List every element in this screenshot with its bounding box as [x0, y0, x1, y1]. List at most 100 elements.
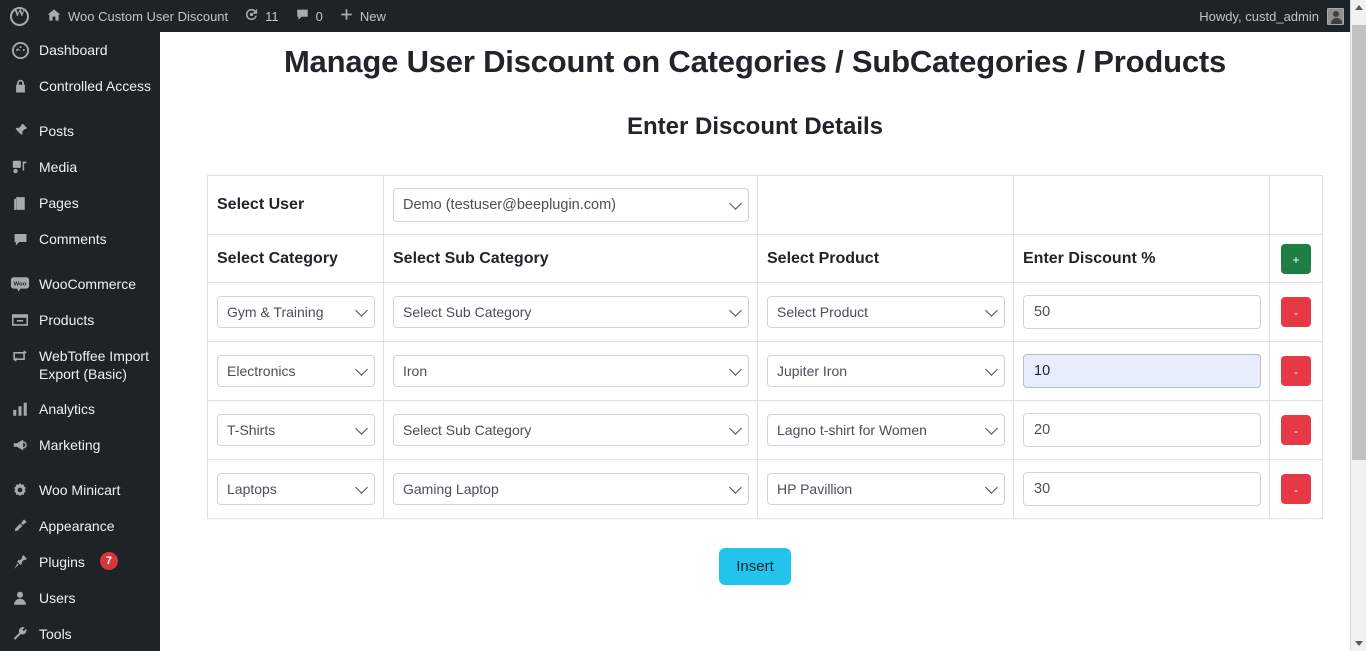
sidebar-item-woocommerce[interactable]: Woo WooCommerce [0, 266, 160, 302]
product-dropdown[interactable]: Select Product [767, 296, 1005, 328]
category-dropdown[interactable]: Gym & Training [217, 296, 375, 328]
header-cell-discount: Enter Discount % [1013, 234, 1270, 283]
site-name-menu[interactable]: Woo Custom User Discount [38, 0, 236, 32]
sidebar-item-pages[interactable]: Pages [0, 185, 160, 221]
updates-icon [244, 7, 259, 25]
sidebar-separator [0, 257, 160, 266]
subcategory-dropdown[interactable]: Iron [393, 355, 749, 387]
product-value: Jupiter Iron [777, 363, 848, 379]
sidebar-item-marketing[interactable]: Marketing [0, 427, 160, 463]
table-row: Electronics Iron Jupiter Iron 10 - [207, 341, 1323, 401]
updates-menu[interactable]: 11 [236, 0, 287, 32]
chevron-down-icon [729, 197, 742, 210]
product-value: HP Pavillion [777, 481, 853, 497]
chevron-down-icon [355, 363, 368, 376]
page-title: Manage User Discount on Categories / Sub… [283, 44, 1227, 79]
insert-button[interactable]: Insert [719, 548, 791, 585]
product-dropdown[interactable]: Jupiter Iron [767, 355, 1005, 387]
chevron-down-icon [985, 304, 998, 317]
discount-input[interactable] [1023, 472, 1261, 506]
discount-input[interactable] [1023, 295, 1261, 329]
page-scrollbar[interactable] [1350, 0, 1366, 651]
lock-icon [10, 76, 30, 96]
product-dropdown[interactable]: HP Pavillion [767, 473, 1005, 505]
chevron-down-icon [355, 481, 368, 494]
product-value: Select Product [777, 304, 869, 320]
row-cell-subcategory: Gaming Laptop [383, 459, 758, 519]
product-dropdown[interactable]: Lagno t-shirt for Women [767, 414, 1005, 446]
sidebar-item-users[interactable]: Users [0, 580, 160, 616]
row-cell-category: Gym & Training [207, 282, 384, 342]
sidebar-item-dashboard[interactable]: Dashboard [0, 32, 160, 68]
subcategory-dropdown[interactable]: Select Sub Category [393, 414, 749, 446]
row-cell-actions: - [1269, 459, 1323, 519]
subcategory-dropdown[interactable]: Select Sub Category [393, 296, 749, 328]
updates-count: 11 [265, 8, 279, 24]
remove-row-button[interactable]: - [1281, 297, 1311, 327]
table-row: Laptops Gaming Laptop HP Pavillion 30 - [207, 459, 1323, 519]
site-name-label: Woo Custom User Discount [68, 8, 229, 24]
sidebar-item-products[interactable]: Products [0, 302, 160, 338]
scrollbar-thumb[interactable] [1352, 25, 1366, 460]
sidebar-item-tools[interactable]: Tools [0, 616, 160, 651]
category-dropdown[interactable]: Laptops [217, 473, 375, 505]
sidebar-item-label: WebToffee Import Export (Basic) [39, 348, 149, 382]
sidebar-item-woo-minicart[interactable]: Woo Minicart [0, 472, 160, 508]
add-row-button[interactable]: + [1281, 243, 1311, 274]
paint-brush-icon [10, 516, 30, 536]
comments-menu[interactable]: 0 [287, 0, 331, 32]
select-user-empty-cell-3 [1269, 175, 1323, 235]
category-dropdown[interactable]: T-Shirts [217, 414, 375, 446]
sidebar-item-controlled-access[interactable]: Controlled Access [0, 68, 160, 104]
category-value: Electronics [227, 363, 296, 379]
select-user-dropdown[interactable]: Demo (testuser@beeplugin.com) [393, 188, 749, 222]
sidebar-item-label: Woo Minicart [39, 482, 121, 498]
sidebar-separator [0, 463, 160, 472]
user-avatar-icon [1327, 7, 1344, 25]
chevron-down-icon [729, 304, 742, 317]
pushpin-icon [10, 121, 30, 141]
woo-icon: Woo [10, 274, 30, 294]
row-cell-discount [1013, 459, 1270, 519]
chevron-down-icon [729, 481, 742, 494]
table-row: T-Shirts Select Sub Category Lagno t-shi… [207, 400, 1323, 460]
sidebar-item-plugins[interactable]: Plugins 7 [0, 544, 160, 580]
row-cell-discount [1013, 282, 1270, 342]
new-content-menu[interactable]: New [331, 0, 394, 32]
row-cell-subcategory: Select Sub Category [383, 400, 758, 460]
sidebar-item-label: Tools [39, 626, 72, 642]
select-user-label-cell: Select User [207, 175, 384, 235]
remove-row-button[interactable]: - [1281, 474, 1311, 504]
megaphone-icon [10, 435, 30, 455]
category-dropdown[interactable]: Electronics [217, 355, 375, 387]
sidebar-item-posts[interactable]: Posts [0, 113, 160, 149]
header-label-category: Select Category [217, 249, 338, 267]
sidebar-item-label: Media [39, 159, 78, 175]
discount-table: Select User Demo (testuser@beeplugin.com… [207, 175, 1323, 519]
sidebar-item-media[interactable]: Media [0, 149, 160, 185]
sidebar-item-label: Comments [39, 231, 107, 247]
discount-input[interactable] [1023, 354, 1261, 388]
subcategory-dropdown[interactable]: Gaming Laptop [393, 473, 749, 505]
row-cell-product: Jupiter Iron [757, 341, 1014, 401]
discount-input[interactable] [1023, 413, 1261, 447]
category-value: Laptops [227, 481, 277, 497]
row-cell-subcategory: Iron [383, 341, 758, 401]
admin-sidebar-menu: Dashboard Controlled Access Posts Media … [0, 32, 160, 651]
sidebar-item-comments[interactable]: Comments [0, 221, 160, 257]
sidebar-item-webtoffee-import-export[interactable]: WebToffee Import Export (Basic) [0, 338, 160, 391]
sidebar-item-appearance[interactable]: Appearance [0, 508, 160, 544]
remove-row-button[interactable]: - [1281, 415, 1311, 445]
chevron-down-icon [985, 363, 998, 376]
my-account-menu[interactable]: Howdy, custd_admin [1191, 0, 1350, 32]
wordpress-logo-button[interactable] [0, 0, 38, 32]
header-cell-category: Select Category [207, 234, 384, 283]
sidebar-item-analytics[interactable]: Analytics [0, 391, 160, 427]
row-cell-category: Laptops [207, 459, 384, 519]
row-cell-product: HP Pavillion [757, 459, 1014, 519]
row-cell-discount [1013, 400, 1270, 460]
scroll-down-arrow-icon[interactable] [1351, 635, 1366, 651]
scroll-up-arrow-icon[interactable] [1351, 0, 1366, 16]
insert-button-wrapper: Insert [207, 519, 1303, 585]
remove-row-button[interactable]: - [1281, 356, 1311, 386]
